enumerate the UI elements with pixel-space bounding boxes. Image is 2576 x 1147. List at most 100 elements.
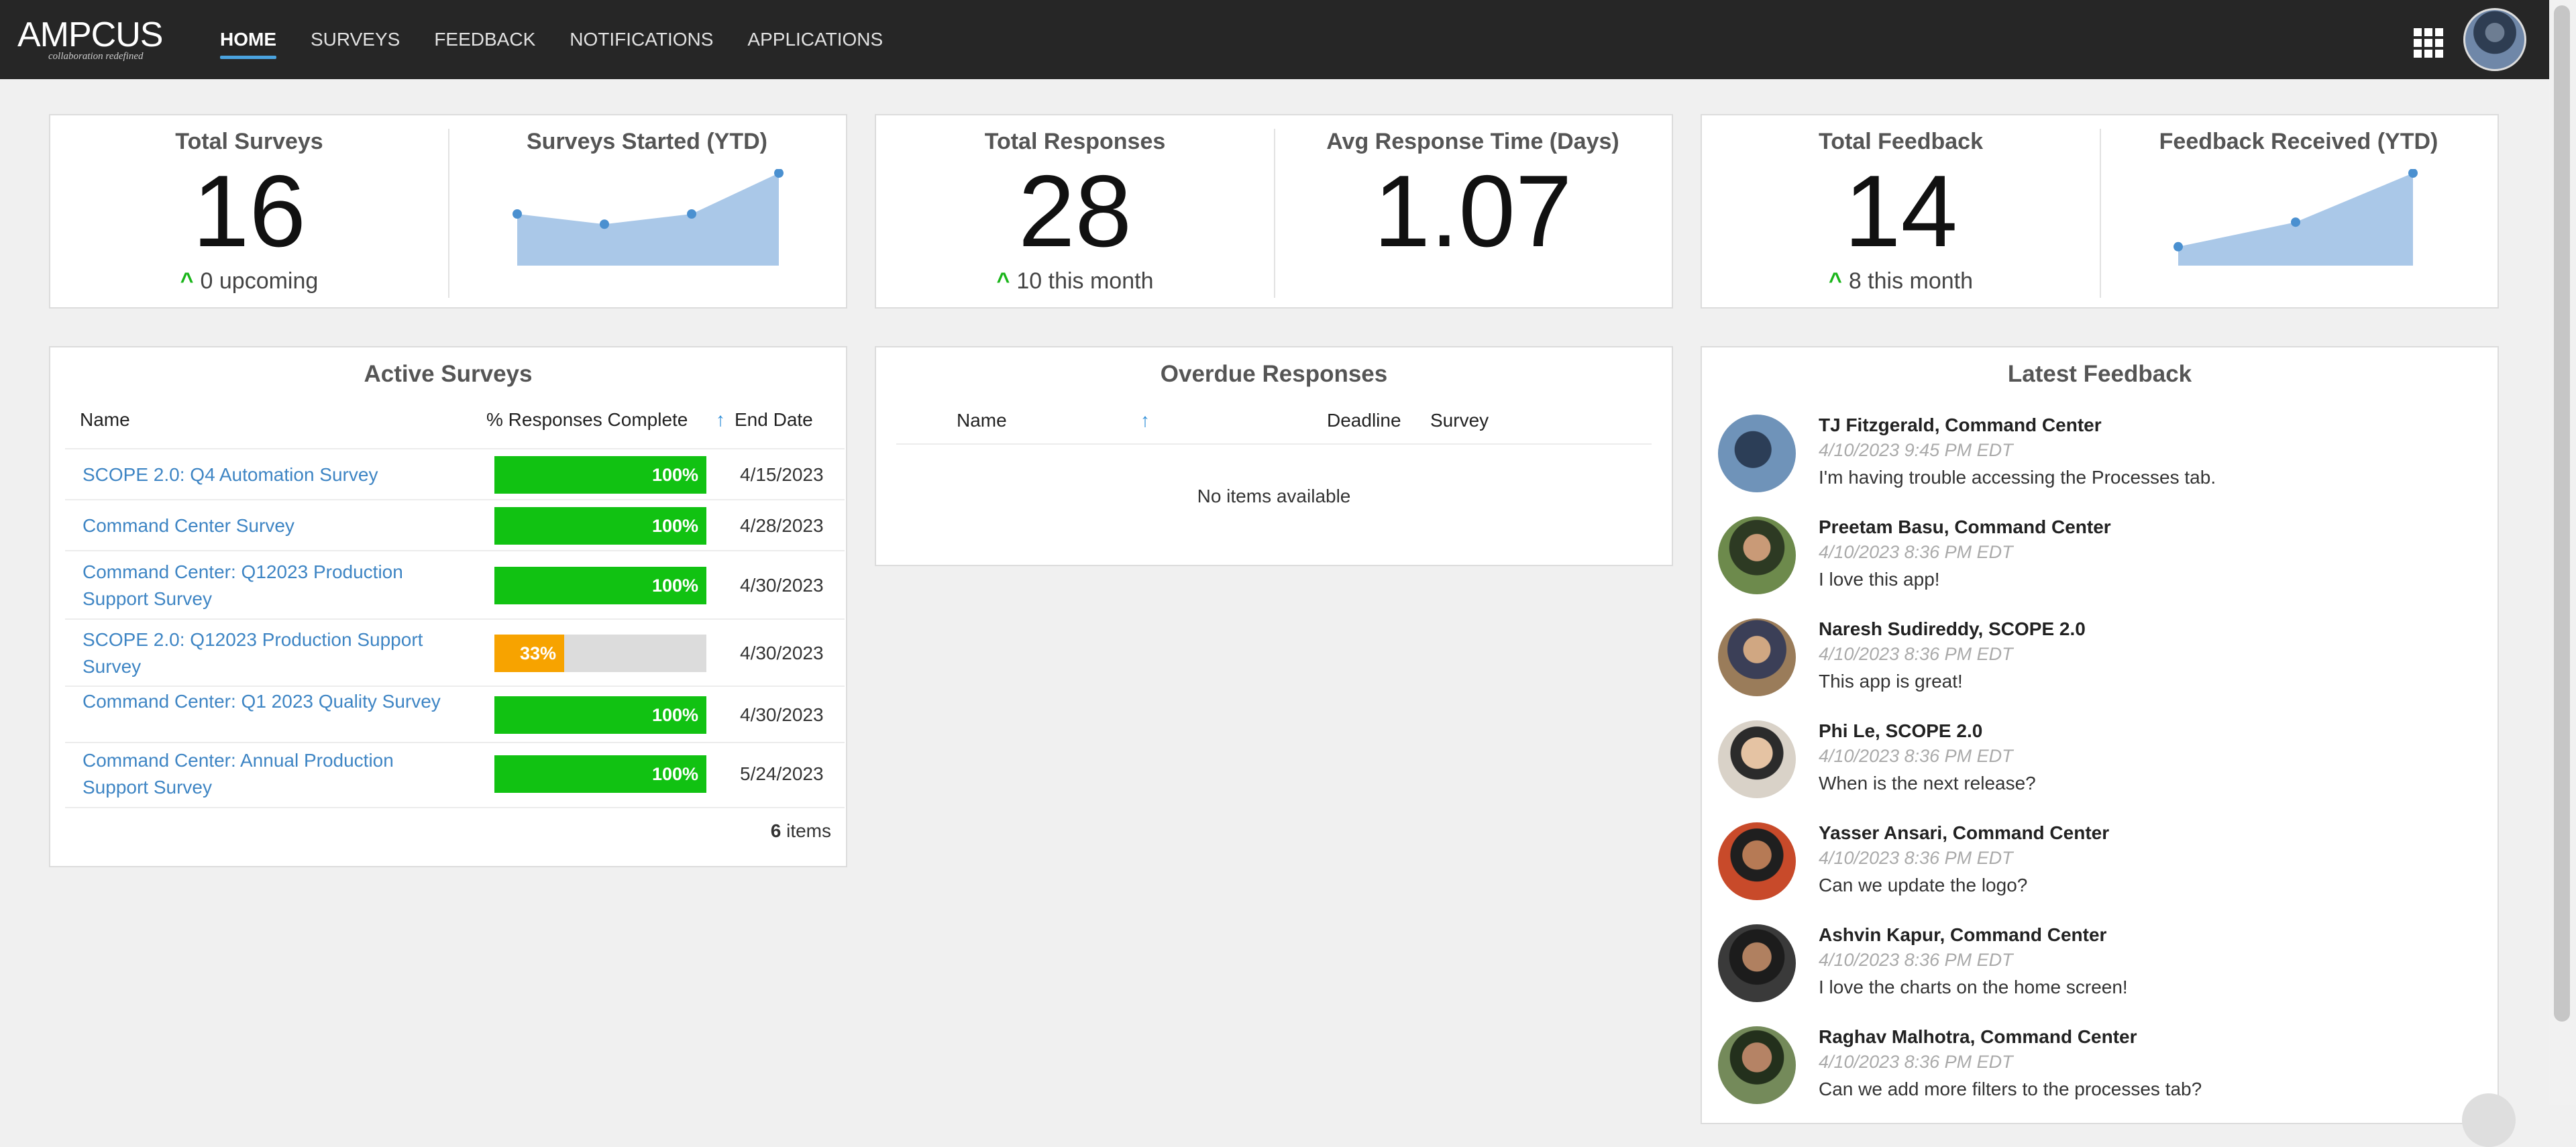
table-row[interactable]: SCOPE 2.0: Q12023 Production Support Sur… <box>65 618 845 687</box>
feedback-timestamp: 4/10/2023 8:36 PM EDT <box>1819 950 2013 970</box>
surveys-started-sparkline <box>513 169 784 266</box>
table-row[interactable]: SCOPE 2.0: Q4 Automation Survey 100% 4/15/… <box>65 448 845 500</box>
latest-feedback-title: Latest Feedback <box>2007 361 2192 387</box>
progress-bar: 33% <box>494 635 706 672</box>
survey-link[interactable]: Command Center: Annual Production Suppor… <box>83 747 451 801</box>
progress-label: 100% <box>651 465 698 485</box>
total-surveys-stat: Total Surveys 16 ^ 0 upcoming <box>50 115 448 307</box>
survey-link[interactable]: Command Center Survey <box>83 512 451 539</box>
sparkline-point[interactable] <box>2291 217 2300 227</box>
column-header-name[interactable]: Name <box>80 409 130 431</box>
avatar <box>1718 720 1796 798</box>
table-row[interactable]: Command Center: Q12023 Production Suppor… <box>65 550 845 620</box>
progress-label: 100% <box>651 516 698 536</box>
items-label: items <box>786 820 831 841</box>
sparkline-area <box>517 173 779 266</box>
user-avatar[interactable] <box>2463 8 2526 71</box>
feedback-timestamp: 4/10/2023 8:36 PM EDT <box>1819 644 2013 664</box>
total-surveys-title: Total Surveys <box>175 129 323 154</box>
feedback-item[interactable]: Naresh Sudireddy, SCOPE 2.0 4/10/2023 8:3… <box>1718 618 2489 720</box>
total-feedback-stat: Total Feedback 14 ^ 8 this month <box>1702 115 2100 307</box>
surveys-started-stat: Surveys Started (YTD) <box>448 115 846 307</box>
sparkline-point[interactable] <box>687 209 696 219</box>
table-row[interactable]: Command Center: Q1 2023 Quality Survey 10… <box>65 686 845 743</box>
column-header-survey[interactable]: Survey <box>1430 410 1489 431</box>
feedback-item[interactable]: Preetam Basu, Command Center 4/10/2023 8:… <box>1718 516 2489 618</box>
nav-home[interactable]: HOME <box>220 0 276 79</box>
responses-month-text: ^ 10 this month <box>876 268 1274 294</box>
progress-bar: 100% <box>494 507 706 545</box>
feedback-item[interactable]: Yasser Ansari, Command Center 4/10/2023 8… <box>1718 822 2489 924</box>
nav-applications[interactable]: APPLICATIONS <box>747 0 883 79</box>
end-date: 4/30/2023 <box>740 643 824 663</box>
top-navigation-bar: AMPCUS collaboration redefined HOME SURV… <box>0 0 2549 79</box>
ampcus-logo[interactable]: AMPCUS collaboration redefined <box>17 9 172 67</box>
sparkline-point[interactable] <box>2174 241 2183 252</box>
table-row[interactable]: Command Center: Annual Production Suppor… <box>65 742 845 805</box>
feedback-item[interactable]: TJ Fitzgerald, Command Center 4/10/2023 9… <box>1718 415 2489 516</box>
active-surveys-panel: Active Surveys Name % Responses Complete… <box>49 346 847 867</box>
nav-feedback[interactable]: FEEDBACK <box>434 0 535 79</box>
empty-state-message: No items available <box>1197 486 1351 506</box>
end-date: 4/28/2023 <box>740 515 824 536</box>
survey-link[interactable]: Command Center: Q1 2023 Quality Survey <box>83 688 451 715</box>
feedback-timestamp: 4/10/2023 8:36 PM EDT <box>1819 848 2013 868</box>
survey-link[interactable]: SCOPE 2.0: Q4 Automation Survey <box>83 461 451 488</box>
avg-response-title: Avg Response Time (Days) <box>1326 129 1619 154</box>
survey-link[interactable]: Command Center: Q12023 Production Suppor… <box>83 559 451 612</box>
feedback-item[interactable]: Ashvin Kapur, Command Center 4/10/2023 8:… <box>1718 924 2489 1026</box>
column-header-name[interactable]: Name <box>957 410 1007 431</box>
sparkline-point[interactable] <box>600 219 609 229</box>
surveys-started-title: Surveys Started (YTD) <box>527 129 767 154</box>
end-date: 5/24/2023 <box>740 763 824 784</box>
avatar <box>1718 415 1796 492</box>
items-count: 6 <box>770 820 782 841</box>
progress-label: 100% <box>651 764 698 784</box>
progress-bar: 100% <box>494 456 706 494</box>
trend-up-icon: ^ <box>996 268 1010 294</box>
survey-link[interactable]: SCOPE 2.0: Q12023 Production Support Sur… <box>83 626 451 680</box>
feedback-author: Raghav Malhotra, Command Center <box>1819 1026 2137 1047</box>
avatar <box>1718 1026 1796 1104</box>
total-responses-title: Total Responses <box>984 129 1166 154</box>
upcoming-surveys-text: ^ 0 upcoming <box>50 268 448 294</box>
total-feedback-title: Total Feedback <box>1819 129 1983 154</box>
feedback-timestamp: 4/10/2023 8:36 PM EDT <box>1819 1052 2013 1072</box>
column-header-end-date[interactable]: End Date <box>735 409 813 431</box>
feedback-author: Naresh Sudireddy, SCOPE 2.0 <box>1819 618 2086 639</box>
sort-arrow-up-icon[interactable]: ↑ <box>1140 410 1150 431</box>
sparkline-point[interactable] <box>513 209 522 219</box>
end-date: 4/30/2023 <box>740 704 824 725</box>
avatar <box>1718 822 1796 900</box>
avatar <box>1718 618 1796 696</box>
scrollbar-thumb[interactable] <box>2554 5 2570 1022</box>
logo-tagline: collaboration redefined <box>48 51 144 62</box>
progress-bar: 100% <box>494 755 706 793</box>
column-header-pct-complete[interactable]: % Responses Complete <box>486 409 688 431</box>
nav-notifications[interactable]: NOTIFICATIONS <box>570 0 713 79</box>
nav-surveys[interactable]: SURVEYS <box>311 0 400 79</box>
grid-icon[interactable] <box>2414 28 2443 58</box>
avg-response-stat: Avg Response Time (Days) 1.07 <box>1274 115 1672 307</box>
latest-feedback-panel: Latest Feedback TJ Fitzgerald, Command C… <box>1701 346 2499 1124</box>
surveys-stat-card: Total Surveys 16 ^ 0 upcoming Surveys Sta… <box>49 114 847 309</box>
column-header-deadline[interactable]: Deadline <box>1327 410 1401 431</box>
end-date: 4/15/2023 <box>740 464 824 485</box>
scroll-to-top-button[interactable] <box>2462 1093 2516 1147</box>
logo-text: AMPCUS <box>17 15 163 54</box>
total-responses-stat: Total Responses 28 ^ 10 this month <box>876 115 1274 307</box>
feedback-item[interactable]: Raghav Malhotra, Command Center 4/10/2023… <box>1718 1026 2489 1128</box>
feedback-received-sparkline <box>2174 169 2418 266</box>
feedback-message: When is the next release? <box>1819 773 2036 794</box>
feedback-message: I'm having trouble accessing the Process… <box>1819 467 2216 488</box>
overdue-responses-panel: Overdue Responses Name ↑ Deadline Survey… <box>875 346 1673 566</box>
feedback-author: Preetam Basu, Command Center <box>1819 516 2111 537</box>
sort-arrow-up-icon[interactable]: ↑ <box>716 409 725 431</box>
feedback-message: This app is great! <box>1819 671 1963 692</box>
feedback-author: Ashvin Kapur, Command Center <box>1819 924 2107 945</box>
trend-up-icon: ^ <box>1828 268 1842 294</box>
avatar <box>1718 516 1796 594</box>
items-count-footer: 6 items <box>65 807 845 855</box>
table-row[interactable]: Command Center Survey 100% 4/28/2023 <box>65 499 845 551</box>
feedback-item[interactable]: Phi Le, SCOPE 2.0 4/10/2023 8:36 PM EDT Wh… <box>1718 720 2489 822</box>
